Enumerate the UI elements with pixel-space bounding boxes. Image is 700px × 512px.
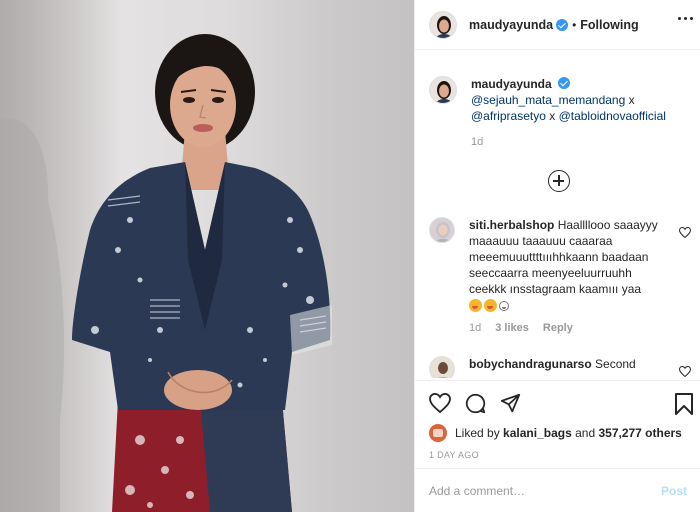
- liker-username[interactable]: kalani_bags: [503, 426, 572, 440]
- post-photo[interactable]: [0, 0, 414, 512]
- mention-joiner: x: [625, 93, 635, 107]
- commenter-username[interactable]: siti.herbalshop: [469, 218, 554, 232]
- mention-link[interactable]: @sejauh_mata_memandang: [471, 93, 625, 107]
- likes-joiner: and: [575, 426, 596, 440]
- comment-item: siti.herbalshop Haallllooo saaayyy maaau…: [429, 217, 691, 336]
- more-options-icon[interactable]: [678, 17, 693, 20]
- comment-text: Second: [595, 357, 636, 371]
- verified-badge-icon: [558, 77, 571, 89]
- caption-time[interactable]: 1d: [471, 134, 666, 150]
- comment-time[interactable]: 1d: [469, 320, 481, 336]
- save-bookmark-icon[interactable]: [675, 393, 693, 415]
- post-panel: maudyayunda • Following maudyayunda @sej…: [414, 0, 700, 512]
- share-send-icon[interactable]: [500, 393, 521, 414]
- comment-body: siti.herbalshop Haallllooo saaayyy maaau…: [469, 217, 669, 336]
- post-actions: Liked by kalani_bags and 357,277 others …: [415, 380, 700, 468]
- author-username[interactable]: maudyayunda: [469, 18, 553, 32]
- action-icons: [429, 393, 521, 414]
- reply-button[interactable]: Reply: [543, 320, 573, 336]
- commenter-avatar[interactable]: [429, 217, 455, 243]
- liker-avatar[interactable]: [429, 424, 447, 442]
- post-header: maudyayunda • Following: [415, 0, 700, 50]
- caption-avatar[interactable]: [429, 76, 457, 104]
- author-avatar[interactable]: [429, 10, 457, 39]
- mention-joiner: x: [545, 109, 559, 123]
- following-button[interactable]: Following: [580, 18, 638, 32]
- laughing-emoji-icon: [469, 299, 482, 312]
- comment-likes[interactable]: 3 likes: [495, 320, 529, 336]
- verified-badge-icon: [556, 18, 569, 31]
- comments-section[interactable]: maudyayunda @sejauh_mata_memandang x @af…: [415, 51, 700, 378]
- like-heart-icon[interactable]: [429, 393, 451, 413]
- likes-summary: Liked by kalani_bags and 357,277 others: [429, 424, 682, 442]
- likes-count[interactable]: 357,277 others: [598, 426, 681, 440]
- mention-link[interactable]: @tabloidnovaofficial: [559, 109, 666, 123]
- mention-link[interactable]: @afriprasetyo: [471, 109, 546, 123]
- portrait-illustration: [0, 34, 332, 512]
- emoji-row: [469, 299, 669, 312]
- load-more-comments-icon[interactable]: [548, 170, 570, 192]
- post-caption: maudyayunda @sejauh_mata_memandang x @af…: [429, 76, 689, 150]
- caption-body: maudyayunda @sejauh_mata_memandang x @af…: [471, 76, 666, 150]
- likes-prefix: Liked by: [455, 426, 500, 440]
- caption-username[interactable]: maudyayunda: [471, 77, 552, 91]
- add-comment-bar: Post: [415, 468, 700, 512]
- laughing-emoji-icon: [484, 299, 497, 312]
- comment-bubble-icon[interactable]: [465, 393, 486, 414]
- commenter-username[interactable]: bobychandragunarso: [469, 357, 592, 371]
- commenter-avatar[interactable]: [429, 356, 455, 378]
- comment-meta: 1d 3 likes Reply: [469, 320, 669, 336]
- like-comment-heart-icon[interactable]: [679, 227, 691, 238]
- post-date[interactable]: 1 DAY AGO: [429, 450, 479, 460]
- post-comment-button[interactable]: Post: [661, 484, 687, 498]
- grin-emoji-icon: [499, 300, 509, 311]
- comment-item: bobychandragunarso Second: [429, 356, 691, 378]
- separator-dot: •: [572, 17, 577, 32]
- comment-input[interactable]: [429, 483, 655, 498]
- like-comment-heart-icon[interactable]: [679, 366, 691, 377]
- comment-body: bobychandragunarso Second: [469, 356, 669, 378]
